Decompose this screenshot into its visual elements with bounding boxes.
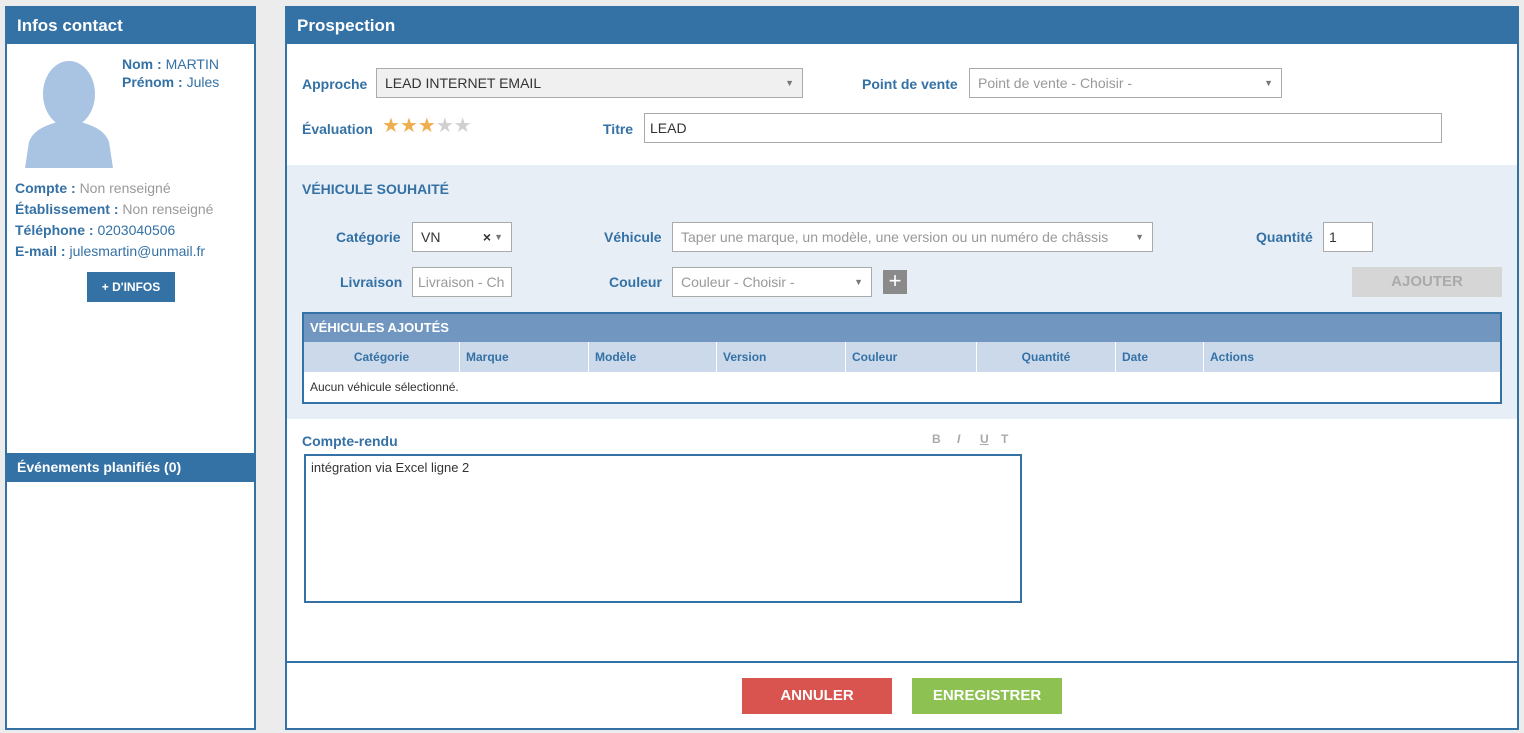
prospection-panel: Prospection Approche LEAD INTERNET EMAIL… [285, 6, 1519, 730]
categorie-label: Catégorie [336, 229, 401, 245]
nom-label: Nom : [122, 56, 162, 72]
col-modele[interactable]: Modèle [588, 342, 716, 372]
contact-name: Nom : MARTIN [122, 56, 219, 72]
annuler-button[interactable]: ANNULER [742, 678, 892, 714]
vehicles-table-title: VÉHICULES AJOUTÉS [304, 314, 1500, 342]
titre-label: Titre [603, 121, 634, 137]
vehicule-search-select[interactable]: Taper une marque, un modèle, une version… [672, 222, 1153, 252]
vehicule-placeholder: Taper une marque, un modèle, une version… [681, 229, 1109, 245]
etablissement-row: Établissement : Non renseigné [15, 201, 213, 217]
col-quantite[interactable]: Quantité [976, 342, 1115, 372]
compte-rendu-label: Compte-rendu [302, 433, 398, 449]
add-color-icon[interactable]: + [883, 270, 907, 294]
vehicles-table: VÉHICULES AJOUTÉS Catégorie Marque Modèl… [302, 312, 1502, 404]
quantite-input[interactable]: 1 [1323, 222, 1373, 252]
underline-icon[interactable]: U [980, 432, 989, 446]
star-icon[interactable]: ★ [400, 115, 418, 137]
compte-label: Compte : [15, 180, 76, 196]
categorie-value: VN [421, 229, 441, 245]
point-de-vente-label: Point de vente [862, 76, 958, 92]
star-icon[interactable]: ★ [382, 115, 400, 137]
titre-value: LEAD [650, 120, 687, 136]
italic-icon[interactable]: I [957, 432, 960, 446]
vehicule-label: Véhicule [604, 229, 662, 245]
etablissement-label: Établissement : [15, 201, 119, 217]
compte-value: Non renseigné [79, 180, 171, 196]
clear-format-icon[interactable]: T [1001, 432, 1008, 446]
compte-rendu-editor[interactable]: intégration via Excel ligne 2 [304, 454, 1022, 603]
couleur-label: Couleur [609, 274, 662, 290]
chevron-down-icon: ▼ [494, 232, 503, 242]
quantite-label: Quantité [1256, 229, 1313, 245]
star-icon[interactable]: ★ [418, 115, 436, 137]
clear-icon[interactable]: × [483, 223, 491, 251]
chevron-down-icon: ▼ [785, 78, 794, 88]
chevron-down-icon: ▼ [854, 277, 863, 287]
vehicle-section: VÉHICULE SOUHAITÉ Catégorie VN × ▼ Véhic… [287, 165, 1517, 419]
approche-label: Approche [302, 76, 368, 92]
bold-icon[interactable]: B [932, 432, 941, 446]
footer-divider [287, 661, 1517, 663]
col-date[interactable]: Date [1115, 342, 1203, 372]
approche-value: LEAD INTERNET EMAIL [385, 75, 542, 91]
table-header: Catégorie Marque Modèle Version Couleur … [304, 342, 1500, 372]
telephone-value: 0203040506 [97, 222, 176, 238]
col-couleur[interactable]: Couleur [845, 342, 976, 372]
couleur-placeholder: Couleur - Choisir - [681, 274, 795, 290]
vehicle-section-title: VÉHICULE SOUHAITÉ [302, 181, 450, 197]
prenom-value: Jules [186, 74, 220, 90]
telephone-row: Téléphone : 0203040506 [15, 222, 175, 238]
events-header[interactable]: Événements planifiés (0) [7, 453, 254, 482]
email-value[interactable]: julesmartin@unmail.fr [69, 243, 205, 259]
email-row: E-mail : julesmartin@unmail.fr [15, 243, 205, 259]
more-info-button[interactable]: + D'INFOS [87, 272, 175, 302]
ajouter-button[interactable]: AJOUTER [1352, 267, 1502, 297]
quantite-value: 1 [1329, 229, 1337, 245]
prospection-panel-title: Prospection [287, 8, 1517, 44]
prenom-label: Prénom : [122, 74, 183, 90]
evaluation-label: Évaluation [302, 121, 373, 137]
livraison-placeholder: Livraison - Ch [418, 274, 505, 290]
col-categorie[interactable]: Catégorie [304, 342, 459, 372]
livraison-label: Livraison [340, 274, 403, 290]
chevron-down-icon: ▼ [1264, 78, 1273, 88]
point-de-vente-select[interactable]: Point de vente - Choisir - ▼ [969, 68, 1282, 98]
livraison-input[interactable]: Livraison - Ch [412, 267, 512, 297]
col-marque[interactable]: Marque [459, 342, 588, 372]
nom-value: MARTIN [165, 56, 219, 72]
star-icon[interactable]: ★ [436, 115, 454, 137]
rating-stars[interactable]: ★★★★★ [382, 116, 472, 136]
etablissement-value: Non renseigné [122, 201, 214, 217]
titre-input[interactable]: LEAD [644, 113, 1442, 143]
telephone-label: Téléphone : [15, 222, 94, 238]
col-actions: Actions [1203, 342, 1500, 372]
compte-row: Compte : Non renseigné [15, 180, 171, 196]
email-label: E-mail : [15, 243, 66, 259]
avatar-icon [25, 61, 113, 168]
compte-rendu-text: intégration via Excel ligne 2 [311, 460, 470, 475]
enregistrer-button[interactable]: ENREGISTRER [912, 678, 1062, 714]
empty-table-message: Aucun véhicule sélectionné. [310, 380, 459, 394]
col-version[interactable]: Version [716, 342, 845, 372]
contact-panel: Infos contact Nom : MARTIN Prénom : Jule… [5, 6, 256, 730]
approche-select[interactable]: LEAD INTERNET EMAIL ▼ [376, 68, 803, 98]
contact-panel-title: Infos contact [7, 8, 254, 44]
couleur-select[interactable]: Couleur - Choisir - ▼ [672, 267, 872, 297]
point-de-vente-placeholder: Point de vente - Choisir - [978, 75, 1133, 91]
chevron-down-icon: ▼ [1135, 232, 1144, 242]
contact-firstname: Prénom : Jules [122, 74, 219, 90]
categorie-select[interactable]: VN × ▼ [412, 222, 512, 252]
star-icon[interactable]: ★ [454, 115, 472, 137]
